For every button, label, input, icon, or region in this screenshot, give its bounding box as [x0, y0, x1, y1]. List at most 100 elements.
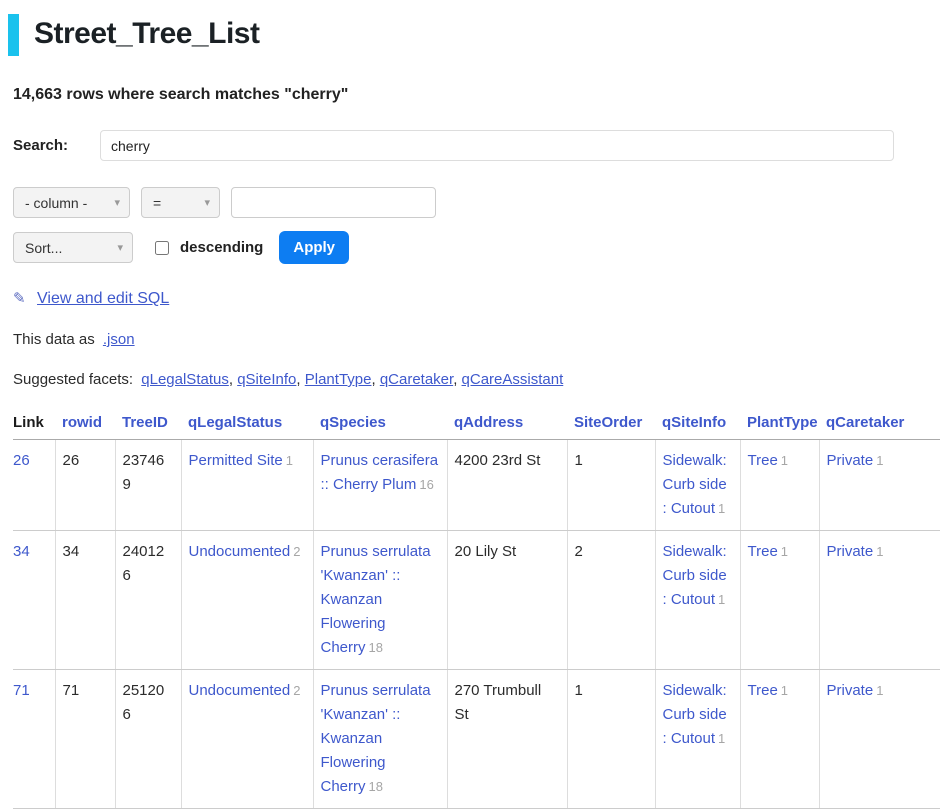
data-as-label: This data as: [13, 331, 95, 348]
sort-by-rowid[interactable]: rowid: [62, 414, 102, 431]
page-title: Street_Tree_List: [8, 14, 940, 56]
facet-value-link[interactable]: Tree: [748, 543, 778, 560]
facet-count: 1: [781, 683, 788, 698]
sort-select[interactable]: Sort... ▾: [13, 232, 133, 263]
cell-treeid: 240126: [115, 531, 181, 670]
facet-count: 1: [876, 683, 883, 698]
column-select-value: - column -: [25, 195, 87, 211]
descending-checkbox[interactable]: [155, 241, 169, 255]
facet-value-link[interactable]: Undocumented: [189, 543, 291, 560]
column-header-rowid: rowid: [55, 408, 115, 440]
chevron-down-icon: ▾: [204, 196, 210, 209]
search-label: Search:: [13, 137, 100, 154]
cell-qlegalstatus: Undocumented2: [181, 531, 313, 670]
apply-button[interactable]: Apply: [279, 231, 349, 264]
sort-by-siteorder[interactable]: SiteOrder: [574, 414, 642, 431]
cell-rowid: 26: [55, 440, 115, 531]
row-link[interactable]: 34: [13, 543, 30, 560]
column-header-qcaretaker: qCaretaker: [819, 408, 940, 440]
table-row: 26 26 237469 Permitted Site1 Prunus cera…: [13, 440, 940, 531]
table-row: 71 71 251206 Undocumented2 Prunus serrul…: [13, 670, 940, 809]
facet-value-link[interactable]: Private: [827, 452, 874, 469]
facet-count: 2: [293, 683, 300, 698]
facet-count: 18: [369, 640, 383, 655]
cell-qsiteinfo: Sidewalk: Curb side : Cutout1: [655, 670, 740, 809]
column-select[interactable]: - column - ▾: [13, 187, 130, 218]
table-header-row: Link rowid TreeID qLegalStatus qSpecies …: [13, 408, 940, 440]
cell-qspecies: Prunus serrulata 'Kwanzan' :: Kwanzan Fl…: [313, 670, 447, 809]
row-link[interactable]: 71: [13, 682, 30, 699]
cell-qlegalstatus: Permitted Site1: [181, 440, 313, 531]
cell-siteorder: 1: [567, 670, 655, 809]
sort-by-qaddress[interactable]: qAddress: [454, 414, 523, 431]
sort-row: Sort... ▾ descending Apply: [13, 231, 940, 264]
sort-by-planttype[interactable]: PlantType: [747, 414, 818, 431]
chevron-down-icon: ▾: [114, 196, 120, 209]
facet-count: 1: [718, 592, 725, 607]
cell-qaddress: 270 Trumbull St: [447, 670, 567, 809]
sort-by-qspecies[interactable]: qSpecies: [320, 414, 386, 431]
cell-qspecies: Prunus cerasifera :: Cherry Plum16: [313, 440, 447, 531]
sort-by-qcaretaker[interactable]: qCaretaker: [826, 414, 904, 431]
row-link[interactable]: 26: [13, 452, 30, 469]
search-form: Search:: [13, 130, 940, 161]
facet-value-link[interactable]: Tree: [748, 682, 778, 699]
facet-count: 1: [876, 544, 883, 559]
facet-count: 1: [286, 453, 293, 468]
cell-link: 71: [13, 670, 55, 809]
facet-count: 16: [419, 477, 433, 492]
cell-qaddress: 20 Lily St: [447, 531, 567, 670]
sort-select-value: Sort...: [25, 240, 62, 256]
cell-treeid: 251206: [115, 670, 181, 809]
view-edit-sql-link[interactable]: View and edit SQL: [37, 290, 169, 307]
cell-planttype: Tree1: [740, 531, 819, 670]
facet-count: 2: [293, 544, 300, 559]
cell-qsiteinfo: Sidewalk: Curb side : Cutout1: [655, 531, 740, 670]
operator-select[interactable]: = ▾: [141, 187, 220, 218]
sort-by-treeid[interactable]: TreeID: [122, 414, 168, 431]
facet-count: 1: [718, 501, 725, 516]
cell-planttype: Tree1: [740, 440, 819, 531]
pencil-icon: ✎: [13, 290, 26, 307]
column-header-link: Link: [13, 408, 55, 440]
cell-siteorder: 1: [567, 440, 655, 531]
search-input[interactable]: [100, 130, 894, 161]
facet-value-link[interactable]: Private: [827, 682, 874, 699]
cell-qaddress: 4200 23rd St: [447, 440, 567, 531]
cell-siteorder: 2: [567, 531, 655, 670]
facet-link-qcareassistant[interactable]: qCareAssistant: [462, 371, 564, 388]
facet-link-qlegalstatus[interactable]: qLegalStatus: [141, 371, 229, 388]
cell-qcaretaker: Private1: [819, 670, 940, 809]
facet-value-link[interactable]: Private: [827, 543, 874, 560]
sort-by-qlegalstatus[interactable]: qLegalStatus: [188, 414, 282, 431]
json-export-link[interactable]: .json: [103, 331, 135, 348]
facet-value-link[interactable]: Tree: [748, 452, 778, 469]
facet-link-qcaretaker[interactable]: qCaretaker: [380, 371, 453, 388]
chevron-down-icon: ▾: [117, 241, 123, 254]
suggested-facets: Suggested facets: qLegalStatus, qSiteInf…: [13, 371, 940, 388]
operator-select-value: =: [153, 195, 161, 211]
cell-planttype: Tree1: [740, 670, 819, 809]
cell-treeid: 237469: [115, 440, 181, 531]
results-table: Link rowid TreeID qLegalStatus qSpecies …: [13, 408, 940, 809]
facet-value-link[interactable]: Undocumented: [189, 682, 291, 699]
column-header-siteorder: SiteOrder: [567, 408, 655, 440]
cell-qsiteinfo: Sidewalk: Curb side : Cutout1: [655, 440, 740, 531]
facet-count: 1: [718, 731, 725, 746]
row-count-summary: 14,663 rows where search matches "cherry…: [13, 86, 927, 104]
facet-link-planttype[interactable]: PlantType: [305, 371, 372, 388]
sort-by-qsiteinfo[interactable]: qSiteInfo: [662, 414, 726, 431]
cell-qcaretaker: Private1: [819, 531, 940, 670]
facet-value-link[interactable]: Permitted Site: [189, 452, 283, 469]
cell-rowid: 71: [55, 670, 115, 809]
facet-links: qLegalStatus, qSiteInfo, PlantType, qCar…: [141, 371, 563, 388]
facets-label: Suggested facets:: [13, 371, 133, 388]
cell-qspecies: Prunus serrulata 'Kwanzan' :: Kwanzan Fl…: [313, 531, 447, 670]
filter-row: - column - ▾ = ▾: [13, 187, 940, 218]
filter-value-input[interactable]: [231, 187, 436, 218]
column-header-qspecies: qSpecies: [313, 408, 447, 440]
cell-rowid: 34: [55, 531, 115, 670]
facet-count: 1: [781, 453, 788, 468]
facet-link-qsiteinfo[interactable]: qSiteInfo: [237, 371, 296, 388]
facet-count: 18: [369, 779, 383, 794]
